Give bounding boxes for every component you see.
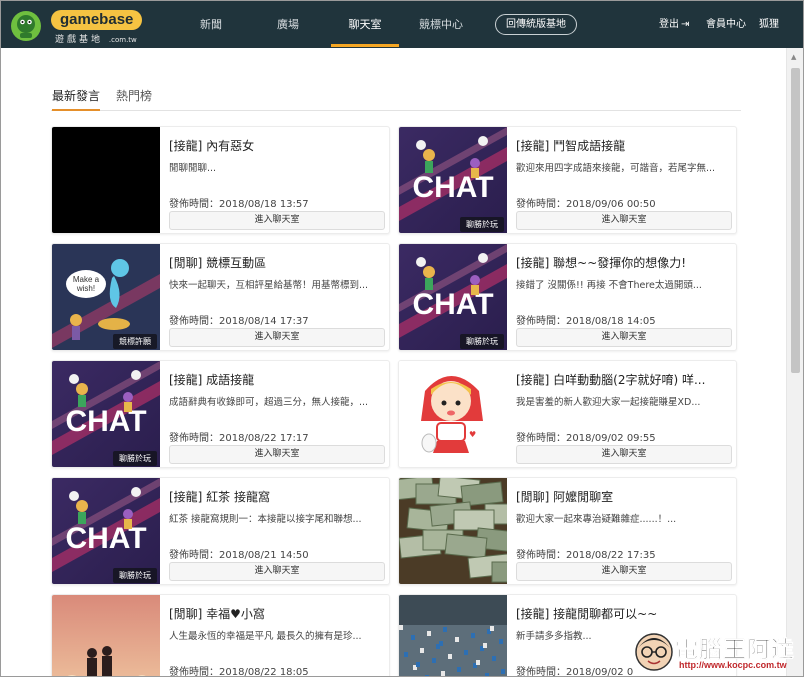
logout-link[interactable]: 登出 ⇥	[659, 1, 689, 48]
chatroom-card[interactable]: CHAT 聊勝於玩 [接龍] 成語接龍成語辭典有收錄即可，超過三分，無人接龍，...…	[51, 360, 390, 468]
chatroom-card[interactable]: [接龍] 內有惡女閒聊閒聊... 發佈時間：2018/08/18 13:57 進入聊…	[51, 126, 390, 234]
chatroom-post-time: 發佈時間：2018/08/18 14:05	[516, 316, 656, 327]
thumbnail-badge: 聊勝於玩	[113, 568, 157, 583]
chatroom-title[interactable]: [接龍] 紅茶 接龍窩	[169, 488, 384, 505]
thumbnail-badge: 聊勝於玩	[460, 334, 504, 349]
chatroom-title[interactable]: [閒聊] 幸福♥小窩	[169, 605, 384, 622]
chatroom-description: 歡迎來用四字成語來接龍，可諧音，若尾字無...	[516, 163, 716, 174]
top-navigation-bar: gamebase 遊戲基地 .com.tw 新聞 廣場 聊天室 競標中心 回傳統…	[1, 1, 803, 48]
chatroom-title[interactable]: [閒聊] 阿嬤閒聊室	[516, 488, 731, 505]
chatroom-thumbnail[interactable]	[399, 595, 507, 676]
chatroom-post-time: 發佈時間：2018/08/18 13:57	[169, 199, 309, 210]
chatroom-post-time: 發佈時間：2018/08/22 17:17	[169, 433, 309, 444]
watermark-mascot-icon	[635, 633, 673, 671]
nav-bidding-center[interactable]: 競標中心	[413, 1, 469, 48]
nav-chatroom[interactable]: 聊天室	[341, 1, 389, 48]
enter-chatroom-button[interactable]: 進入聊天室	[516, 211, 732, 230]
enter-chatroom-button[interactable]: 進入聊天室	[169, 445, 385, 464]
chatroom-title[interactable]: [接龍] 聯想~~發揮你的想像力!	[516, 254, 731, 271]
chatroom-title[interactable]: [接龍] 成語接龍	[169, 371, 384, 388]
svg-text:CHAT: CHAT	[65, 522, 146, 555]
chatroom-thumbnail[interactable]: CHAT 聊勝於玩	[52, 478, 160, 584]
chatroom-description: 人生最永恆的幸福是平凡 最長久的擁有是珍...	[169, 631, 362, 642]
page-scrollbar[interactable]: ▲	[786, 48, 803, 676]
svg-text:CHAT: CHAT	[412, 288, 493, 321]
chatroom-card[interactable]: CHAT 聊勝於玩 [接龍] 聯想~~發揮你的想像力! 接錯了 沒關係!! 再接 不會…	[398, 243, 737, 351]
chatroom-thumbnail[interactable]: Make a wish! 競標許願	[52, 244, 160, 350]
chatroom-card[interactable]: CHAT 聊勝於玩 [接龍] 紅茶 接龍窩紅茶 接龍窩規則一：本接龍以接字尾和聯想.…	[51, 477, 390, 585]
member-center-link[interactable]: 會員中心	[706, 1, 746, 48]
chatroom-card[interactable]: [閒聊] 幸福♥小窩人生最永恆的幸福是平凡 最長久的擁有是珍... 發佈時間：20…	[51, 594, 390, 677]
chatroom-card[interactable]: ♥ [接龍] 白咩動動腦(2字就好唷) 咩... 我是害羞的新人歡迎大家一起接龍賺星…	[398, 360, 737, 468]
logo-subtitle: 遊戲基地 .com.tw	[55, 35, 137, 45]
chatroom-title[interactable]: [接龍] 內有惡女	[169, 137, 384, 154]
chatroom-thumbnail[interactable]	[399, 478, 507, 584]
tab-popular[interactable]: 熱門榜	[116, 87, 152, 111]
chatroom-description: 成語辭典有收錄即可，超過三分，無人接龍，...	[169, 397, 369, 408]
chatroom-description: 歡迎大家一起來專治疑難雜症......！...	[516, 514, 677, 525]
chatroom-post-time: 發佈時間：2018/08/14 17:37	[169, 316, 309, 327]
svg-text:CHAT: CHAT	[65, 405, 146, 438]
thumbnail-badge: 聊勝於玩	[460, 217, 504, 232]
chatroom-post-time: 發佈時間：2018/09/02 0	[516, 667, 634, 677]
svg-text:♥: ♥	[469, 430, 476, 439]
kocpc-watermark: 電腦王阿達 http://www.kocpc.com.tw	[629, 628, 803, 676]
chatroom-card[interactable]: [閒聊] 阿嬤閒聊室歡迎大家一起來專治疑難雜症......！... 發佈時間：20…	[398, 477, 737, 585]
gamebase-logo[interactable]: gamebase 遊戲基地 .com.tw	[9, 7, 143, 45]
chatroom-title[interactable]: [接龍] 接龍閒聊都可以~~	[516, 605, 731, 622]
nav-plaza[interactable]: 廣場	[268, 1, 308, 48]
active-nav-indicator	[331, 44, 399, 47]
chatroom-description: 我是害羞的新人歡迎大家一起接龍賺星XD...	[516, 397, 701, 408]
watermark-url: http://www.kocpc.com.tw	[679, 660, 787, 670]
chatroom-thumbnail[interactable]: ♥	[399, 361, 507, 467]
chatroom-title[interactable]: [閒聊] 競標互動區	[169, 254, 384, 271]
logout-icon: ⇥	[681, 19, 690, 30]
svg-text:wish!: wish!	[76, 284, 95, 293]
chatroom-description: 接錯了 沒關係!! 再接 不會There太過開頭...	[516, 280, 702, 291]
svg-text:CHAT: CHAT	[412, 171, 493, 204]
chatroom-title[interactable]: [接龍] 鬥智成語接龍	[516, 137, 731, 154]
chatroom-thumbnail[interactable]: CHAT 聊勝於玩	[52, 361, 160, 467]
page-frame: gamebase 遊戲基地 .com.tw 新聞 廣場 聊天室 競標中心 回傳統…	[0, 0, 804, 677]
chatroom-post-time: 發佈時間：2018/09/06 00:50	[516, 199, 656, 210]
chatroom-description: 紅茶 接龍窩規則一：本接龍以接字尾和聯想...	[169, 514, 362, 525]
chatroom-thumbnail[interactable]: CHAT 聊勝於玩	[399, 127, 507, 233]
chatroom-post-time: 發佈時間：2018/09/02 09:55	[516, 433, 656, 444]
enter-chatroom-button[interactable]: 進入聊天室	[516, 445, 732, 464]
tab-latest-posts[interactable]: 最新發言	[52, 87, 101, 111]
chatroom-thumbnail[interactable]	[52, 127, 160, 233]
chatroom-post-time: 發佈時間：2018/08/21 14:50	[169, 550, 309, 561]
logo-mascot-icon	[11, 11, 41, 41]
svg-text:Make a: Make a	[73, 275, 100, 284]
username-link[interactable]: 狐狸	[759, 1, 779, 48]
chatroom-post-time: 發佈時間：2018/08/22 18:05	[169, 667, 309, 677]
chatroom-description: 閒聊閒聊...	[169, 163, 217, 174]
thumbnail-badge: 聊勝於玩	[113, 451, 157, 466]
chatroom-title[interactable]: [接龍] 白咩動動腦(2字就好唷) 咩...	[516, 371, 731, 388]
chatroom-thumbnail[interactable]	[52, 595, 160, 676]
enter-chatroom-button[interactable]: 進入聊天室	[516, 562, 732, 581]
enter-chatroom-button[interactable]: 進入聊天室	[516, 328, 732, 347]
logo-wordmark: gamebase	[51, 10, 143, 30]
enter-chatroom-button[interactable]: 進入聊天室	[169, 562, 385, 581]
thumbnail-badge: 競標許願	[113, 334, 157, 349]
scroll-up-arrow-icon[interactable]: ▲	[791, 53, 796, 61]
chatroom-card[interactable]: CHAT 聊勝於玩 [接龍] 鬥智成語接龍歡迎來用四字成語來接龍，可諧音，若尾字無.…	[398, 126, 737, 234]
chatroom-post-time: 發佈時間：2018/08/22 17:35	[516, 550, 656, 561]
chatroom-thumbnail[interactable]: CHAT 聊勝於玩	[399, 244, 507, 350]
enter-chatroom-button[interactable]: 進入聊天室	[169, 328, 385, 347]
enter-chatroom-button[interactable]: 進入聊天室	[169, 211, 385, 230]
watermark-title: 電腦王阿達	[675, 637, 795, 664]
chatroom-card[interactable]: Make a wish! 競標許願 [閒聊] 競標互動區快來一起聊天，互相評星給基幣！…	[51, 243, 390, 351]
classic-version-button[interactable]: 回傳統版基地	[495, 14, 577, 35]
feed-tabs: 最新發言 熱門榜	[51, 81, 741, 111]
chatroom-description: 快來一起聊天，互相評星給基幣！用基幣標到...	[169, 280, 369, 291]
nav-news[interactable]: 新聞	[191, 1, 231, 48]
scroll-thumb[interactable]	[791, 68, 800, 373]
